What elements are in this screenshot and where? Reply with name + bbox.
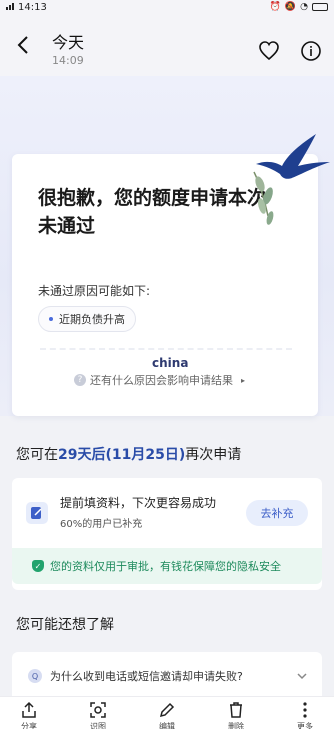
status-bar: 14:13 ⏰ 🔕 ◔ [0, 0, 334, 14]
reapply-days: 29天后 [58, 447, 106, 463]
reapply-prefix: 您可在 [16, 447, 58, 463]
document-edit-icon [26, 502, 48, 524]
swallow-illustration [253, 134, 330, 225]
triangle-right-icon: ▸ [241, 375, 246, 385]
delete-icon [230, 702, 242, 718]
section-title: 您可能还想了解 [16, 617, 114, 633]
supplement-button[interactable]: 去补充 [246, 500, 308, 526]
share-label: 分享 [21, 722, 37, 729]
status-time: 14:13 [18, 1, 47, 13]
header: 今天 14:09 [0, 14, 334, 76]
result-title: 很抱歉，您的额度申请本次未通过 [38, 187, 267, 237]
signal-icon [6, 2, 15, 13]
faq-item[interactable]: Q 为什么收到电话或短信邀请却申请失败? [28, 668, 243, 684]
reapply-suffix: 再次申请 [185, 447, 242, 463]
faq-card: Q 为什么收到电话或短信邀请却申请失败? [12, 652, 322, 702]
reason-heading: 未通过原因可能如下: [38, 284, 151, 298]
watermark-text: china [152, 356, 189, 370]
bullet-icon [49, 317, 53, 321]
reason-chip: 近期负债升高 [38, 306, 136, 332]
scan-icon [90, 702, 106, 718]
chevron-down-icon[interactable] [296, 670, 308, 682]
alarm-icon: ⏰ [269, 2, 281, 12]
mute-icon: 🔕 [284, 2, 297, 12]
reason-text: 近期负债升高 [59, 313, 125, 326]
supplement-subtitle: 60%的用户已补充 [60, 519, 143, 530]
privacy-text: 您的资料仅用于审批，有钱花保障您的隐私安全 [50, 560, 281, 573]
divider [40, 348, 292, 350]
delete-label: 删除 [228, 722, 244, 729]
faq-question: 为什么收到电话或短信邀请却申请失败? [50, 670, 243, 683]
question-icon: Q [28, 669, 42, 683]
page-title: 今天 [52, 33, 85, 52]
header-title-group: 今天 14:09 [52, 34, 84, 68]
battery-icon [312, 3, 328, 11]
shield-icon: ✓ [32, 560, 44, 572]
delete-button[interactable]: 删除 [221, 701, 251, 731]
scan-label: 识图 [90, 722, 106, 729]
info-icon[interactable] [300, 40, 322, 62]
supplement-card: 提前填资料，下次更容易成功 60%的用户已补充 去补充 ✓ 您的资料仅用于审批，… [12, 478, 322, 590]
edit-icon [159, 702, 175, 718]
edit-button[interactable]: 编辑 [152, 701, 182, 731]
scan-button[interactable]: 识图 [83, 701, 113, 731]
page-subtitle: 14:09 [52, 54, 84, 67]
reapply-date: (11月25日) [105, 447, 186, 463]
more-button[interactable]: 更多 [290, 701, 320, 731]
more-icon [303, 702, 307, 718]
reapply-notice: 您可在29天后(11月25日)再次申请 [16, 444, 241, 464]
edit-label: 编辑 [159, 722, 175, 729]
more-reasons-label: 还有什么原因会影响申请结果 [90, 374, 233, 387]
question-icon: ? [74, 374, 86, 386]
favorite-icon[interactable] [258, 40, 280, 62]
supplement-title: 提前填资料，下次更容易成功 [60, 496, 217, 510]
share-button[interactable]: 分享 [14, 701, 44, 731]
bottom-toolbar: 分享 识图 编辑 删除 更多 [0, 696, 334, 731]
wifi-icon: ◔ [300, 2, 308, 12]
back-icon[interactable] [14, 36, 32, 54]
more-label: 更多 [297, 722, 313, 729]
privacy-notice: ✓ 您的资料仅用于审批，有钱花保障您的隐私安全 [12, 548, 322, 584]
more-reasons-link[interactable]: ? 还有什么原因会影响申请结果 ▸ [74, 372, 245, 388]
share-icon [22, 701, 36, 718]
